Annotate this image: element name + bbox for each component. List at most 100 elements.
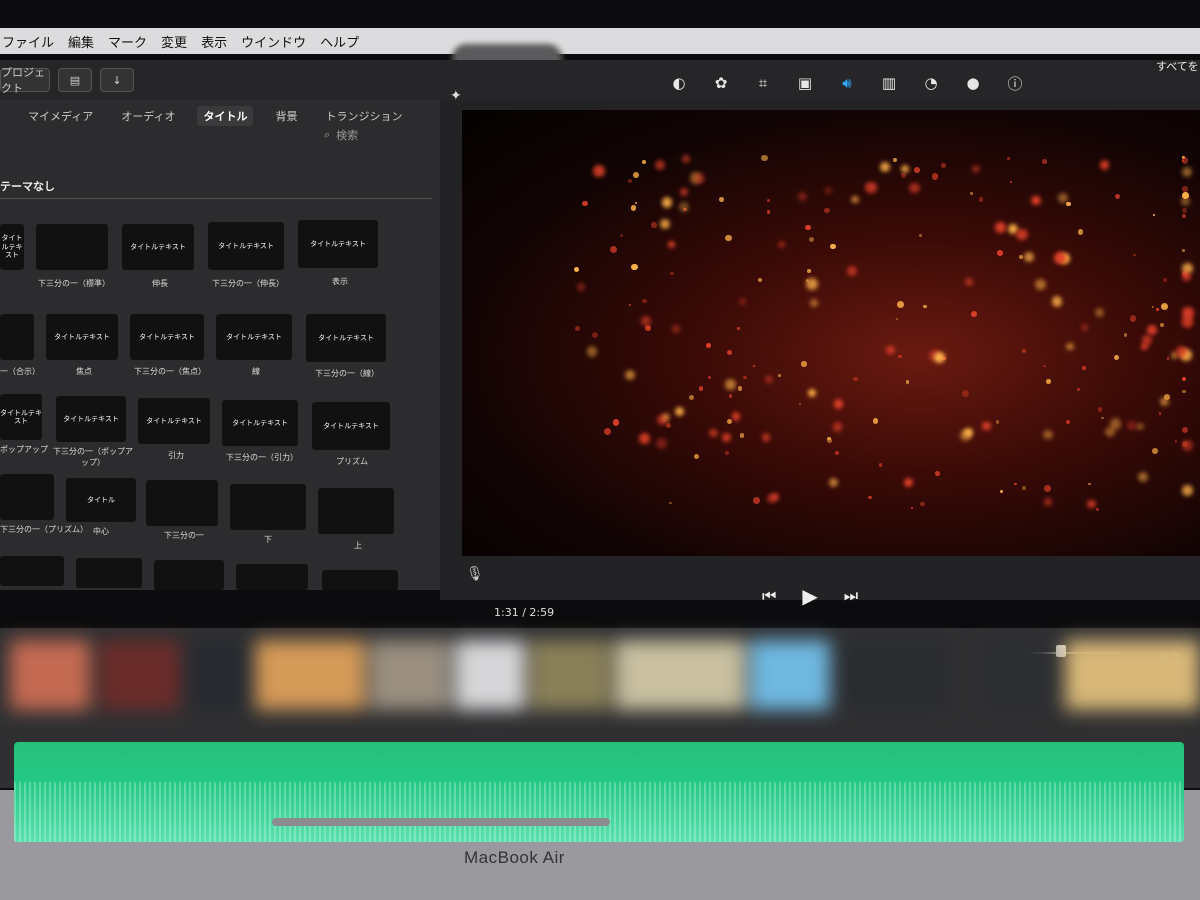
filter-icon[interactable]: ● [962,72,984,94]
title-thumbnail[interactable]: タイトルテキスト [122,224,194,270]
spark-particle [738,386,743,391]
title-thumbnail[interactable] [0,314,34,360]
tab-titles[interactable]: タイトル [197,106,254,126]
title-browser: マイメディア オーディオ タイトル 背景 トランジション ⌕ 検索 テーマなし … [0,100,440,590]
spark-particle [610,246,618,254]
spark-particle [1094,307,1104,317]
spark-particle [655,437,667,449]
play-icon[interactable]: ▶︎ [802,584,817,608]
title-label: 下三分の一（伸長） [212,279,284,288]
clip[interactable] [615,640,745,710]
projects-button[interactable]: プロジェクト [0,66,50,95]
clip[interactable] [100,640,180,710]
microphone-icon[interactable]: 🎙︎ [466,566,484,584]
menu-edit[interactable]: 編集 [68,32,94,51]
menu-window[interactable]: ウインドウ [241,32,306,51]
spark-particle [1158,412,1162,415]
skip-forward-icon[interactable]: ⏭︎ [844,586,858,606]
title-thumbnail[interactable] [236,564,308,590]
clip[interactable] [370,640,450,710]
spark-particle [707,375,712,380]
speed-icon[interactable]: ◔ [920,72,942,94]
import-button[interactable]: ↓ [100,68,134,92]
spark-particle [670,272,674,276]
title-thumbnail[interactable] [322,570,398,590]
clip[interactable] [980,640,1050,710]
menu-mark[interactable]: マーク [108,32,147,51]
title-thumbnail[interactable]: タイトルテキスト [0,224,24,270]
spark-particle [1127,421,1137,431]
clip[interactable] [255,640,365,710]
title-thumbnail[interactable] [154,560,224,590]
spark-particle [1159,322,1165,327]
tab-audio[interactable]: オーディオ [115,106,181,126]
crop-icon[interactable]: ⌗ [752,72,774,94]
audio-track[interactable] [14,742,1184,842]
magic-wand-icon[interactable]: ✦ [450,88,462,104]
spark-particle [1141,342,1149,351]
spark-particle [642,299,647,304]
title-thumbnail[interactable]: タイトルテキスト [138,398,210,444]
clip[interactable] [190,640,250,710]
title-thumbnail[interactable] [318,488,394,534]
info-icon[interactable]: ⓘ [1004,72,1026,94]
tab-transitions[interactable]: トランジション [319,106,408,126]
spark-particle [660,219,671,230]
spark-particle [766,210,770,214]
equalizer-icon[interactable]: ▥ [878,72,900,94]
stabilization-icon[interactable]: ▣ [794,72,816,94]
spark-particle [941,163,947,169]
skip-back-icon[interactable]: ⏮︎ [762,586,776,606]
clip[interactable] [840,640,950,710]
menu-help[interactable]: ヘルプ [320,32,359,51]
title-thumbnail[interactable]: タイトルテキスト [216,314,292,360]
title-thumbnail[interactable] [146,480,218,526]
color-palette-icon[interactable]: ✿ [710,72,732,94]
menu-modify[interactable]: 変更 [161,32,187,51]
title-thumbnail[interactable]: タイトル [66,478,136,522]
menu-view[interactable]: 表示 [201,32,227,51]
title-thumbnail[interactable]: タイトルテキスト [312,402,390,450]
title-thumbnail[interactable] [0,556,64,586]
title-thumbnail[interactable] [0,474,54,520]
clip[interactable] [750,640,830,710]
spark-particle [1097,407,1103,412]
spark-particle [667,241,675,249]
volume-icon[interactable]: 🔊︎ [836,72,858,94]
clip[interactable] [530,640,610,710]
video-preview[interactable] [462,110,1200,556]
title-thumbnail[interactable]: タイトルテキスト [130,314,204,360]
clip[interactable] [455,640,525,710]
spark-particle [1182,157,1189,164]
search-field[interactable]: ⌕ 検索 [324,126,424,144]
title-label: プリズム [336,457,368,466]
media-browser-button[interactable]: ▤ [58,68,92,92]
spark-particle [591,331,599,339]
spark-particle [909,182,920,194]
title-thumbnail[interactable] [36,224,108,270]
title-label: 下三分の一（引力） [226,453,298,462]
spark-particle [694,173,705,184]
show-all-label[interactable]: すべてを [1156,58,1199,74]
title-thumbnail[interactable]: タイトルテキスト [306,314,386,362]
title-thumbnail[interactable]: タイトルテキスト [46,314,118,360]
title-thumbnail[interactable]: タイトルテキスト [222,400,298,446]
tab-my-media[interactable]: マイメディア [22,106,99,126]
spark-particle [761,154,768,162]
timeline-scrollbar[interactable] [272,818,610,826]
spark-particle [931,173,939,180]
title-thumbnail[interactable] [76,558,142,588]
title-thumbnail[interactable]: タイトルテキスト [298,220,378,268]
spark-particle [1066,342,1074,350]
color-balance-icon[interactable]: ◐ [668,72,690,94]
title-thumbnail[interactable] [230,484,306,530]
spark-particle [679,202,690,213]
title-thumbnail[interactable]: タイトルテキスト [56,396,126,442]
menu-file[interactable]: ファイル [2,32,54,51]
spark-particle [846,266,857,277]
clip[interactable] [10,640,90,710]
title-thumbnail[interactable]: タイトルテキスト [0,394,42,440]
tab-backgrounds[interactable]: 背景 [269,106,303,126]
title-thumbnail[interactable]: タイトルテキスト [208,222,284,270]
clip[interactable] [1065,640,1200,710]
